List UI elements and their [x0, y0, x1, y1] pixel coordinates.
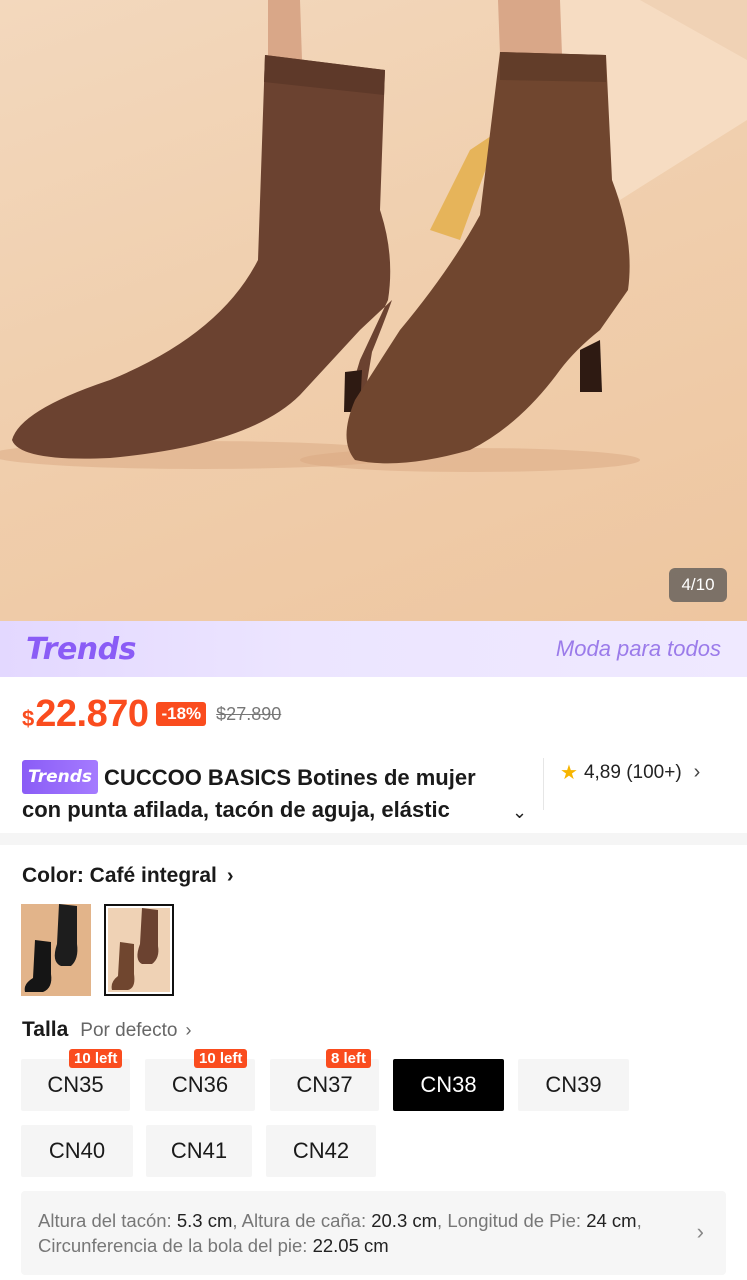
- foot-label: Longitud de: [447, 1210, 545, 1231]
- color-label-text: Color: Café integral: [22, 864, 217, 887]
- size-option-cn40[interactable]: CN40: [21, 1125, 133, 1177]
- stock-badge: 8 left: [326, 1049, 372, 1068]
- brown-boots-thumbnail: [108, 908, 170, 992]
- chevron-right-icon: ›: [226, 864, 234, 887]
- star-icon: ★: [560, 762, 578, 784]
- color-option-brown[interactable]: [104, 904, 174, 996]
- trends-badge: Trends: [22, 760, 99, 794]
- size-default: Por defecto: [80, 1020, 178, 1041]
- discount-badge: -18%: [156, 702, 207, 726]
- size-label[interactable]: Talla Por defecto ›: [22, 1018, 191, 1042]
- product-image[interactable]: 4/10: [0, 0, 747, 621]
- price-row: $ 22.870 -18% $27.890: [22, 692, 281, 736]
- trends-logo: Trends: [26, 631, 137, 667]
- chevron-right-icon: ›: [693, 761, 701, 783]
- color-option-black[interactable]: [21, 904, 91, 996]
- size-title: Talla: [22, 1018, 69, 1041]
- boots-photo: [0, 0, 747, 472]
- title-line-1: Trends CUCCOO BASICS Botines de mujer: [22, 760, 542, 794]
- product-title[interactable]: Trends CUCCOO BASICS Botines de mujer con…: [22, 760, 542, 826]
- color-selector-label[interactable]: Color: Café integral ›: [22, 864, 234, 888]
- ball-label: Circunferencia de la bola del pie:: [38, 1235, 308, 1256]
- original-price: $27.890: [216, 703, 282, 724]
- divider: [543, 758, 544, 810]
- trends-banner[interactable]: Trends Moda para todos: [0, 621, 747, 677]
- rating-value: 4,89: [583, 761, 621, 783]
- size-name: CN35: [47, 1072, 104, 1097]
- title-text-1: CUCCOO BASICS Botines de mujer: [104, 765, 476, 790]
- size-name: CN38: [420, 1072, 477, 1097]
- size-option-cn42[interactable]: CN42: [266, 1125, 376, 1177]
- review-count: (100+): [626, 761, 682, 783]
- size-option-cn35[interactable]: 10 left CN35: [21, 1049, 130, 1111]
- stock-badge: 10 left: [194, 1049, 248, 1068]
- heel-value: 5.3 cm: [176, 1210, 233, 1231]
- size-option-cn37[interactable]: 8 left CN37: [270, 1049, 379, 1111]
- chevron-right-icon: ›: [696, 1219, 704, 1244]
- chevron-down-icon[interactable]: ⌄: [512, 802, 527, 823]
- image-counter: 4/10: [669, 568, 727, 602]
- section-divider: [0, 833, 747, 845]
- heel-label: Altura del tacón:: [38, 1210, 172, 1231]
- size-name: CN36: [171, 1072, 229, 1097]
- foot-value: 24 cm: [586, 1210, 637, 1231]
- size-name: CN42: [292, 1138, 350, 1163]
- title-text-2: con punta afilada, tacón de aguja, elást…: [22, 797, 450, 822]
- foot-label-2: Pie:: [549, 1210, 582, 1231]
- size-name: CN41: [170, 1138, 228, 1163]
- ball-value: 22.05 cm: [312, 1235, 389, 1256]
- shaft-label: Altura de caña:: [241, 1210, 367, 1231]
- price-amount: 22.870: [35, 692, 149, 735]
- title-line-2: con punta afilada, tacón de aguja, elást…: [22, 794, 500, 826]
- size-option-cn38[interactable]: CN38: [393, 1059, 504, 1111]
- size-name: CN40: [48, 1138, 106, 1163]
- size-option-cn39[interactable]: CN39: [518, 1059, 629, 1111]
- chevron-right-icon: ›: [185, 1020, 192, 1040]
- size-option-cn36[interactable]: 10 left CN36: [145, 1049, 255, 1111]
- size-option-cn41[interactable]: CN41: [146, 1125, 252, 1177]
- stock-badge: 10 left: [69, 1049, 123, 1068]
- currency-symbol: $: [22, 705, 35, 731]
- size-name: CN39: [545, 1072, 602, 1097]
- shaft-value: 20.3 cm: [371, 1210, 438, 1231]
- black-boots-thumbnail: [21, 904, 91, 996]
- size-measurements[interactable]: Altura del tacón: 5.3 cm, Altura de caña…: [21, 1191, 726, 1275]
- current-price: $ 22.870: [22, 692, 149, 736]
- trends-tagline: Moda para todos: [555, 636, 721, 661]
- size-name: CN37: [296, 1072, 353, 1097]
- rating[interactable]: ★ 4,89 (100+) ›: [560, 760, 700, 785]
